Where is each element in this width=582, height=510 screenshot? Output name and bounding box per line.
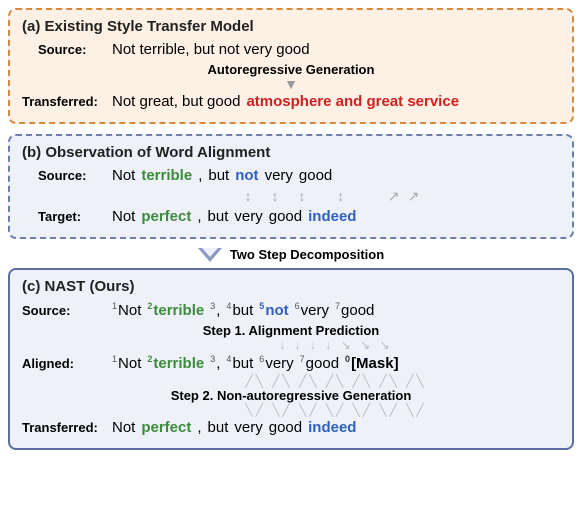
word: 3, <box>210 301 220 319</box>
word: Not <box>112 167 135 184</box>
word-emph: indeed <box>308 419 356 436</box>
word: 6very <box>259 354 293 372</box>
panel-c-aligned-sentence: 1Not 2terrible 3, 4but 6very 7good 0[Mas… <box>112 354 399 372</box>
panel-a-title: (a) Existing Style Transfer Model <box>22 18 560 35</box>
word: very <box>234 208 262 225</box>
panel-c-transferred-row: Transferred: Not perfect , but very good… <box>22 419 560 436</box>
word: 4but <box>226 301 253 319</box>
step1-arrows-icon: ↓ ↓ ↓ ↓ ↘ ↘ ↘ <box>22 340 560 350</box>
panel-existing-model: (a) Existing Style Transfer Model Source… <box>8 8 574 124</box>
word-emph: terrible <box>141 167 192 184</box>
word: but <box>208 419 229 436</box>
word: , <box>198 167 202 184</box>
word-emph: 2terrible <box>147 301 204 319</box>
word: good <box>269 208 302 225</box>
word: 6very <box>295 301 329 319</box>
autoregressive-label: Autoregressive Generation <box>22 62 560 77</box>
panel-b-title: (b) Observation of Word Alignment <box>22 144 560 161</box>
transferred-label: Transferred: <box>22 94 112 109</box>
word: 1Not <box>112 354 141 372</box>
decomposition-label: Two Step Decomposition <box>230 247 384 262</box>
transferred-prefix: Not great, but good <box>112 93 240 110</box>
word: Not <box>112 419 135 436</box>
word: 7good <box>335 301 374 319</box>
word: Not <box>112 208 135 225</box>
word-emph: not <box>235 167 258 184</box>
word: 4but <box>226 354 253 372</box>
word: 3, <box>210 354 220 372</box>
arrow-down-icon: ▼ <box>22 79 560 89</box>
step2-arrows-top-icon: ╱╲ ╱╲ ╱╲ ╱╲ ╱╲ ╱╲ ╱╲ <box>22 376 560 386</box>
word: but <box>208 208 229 225</box>
transferred-emphasis: atmosphere and great service <box>246 93 459 110</box>
panel-word-alignment: (b) Observation of Word Alignment Source… <box>8 134 574 239</box>
step2-arrows-bottom-icon: ╲╱ ╲╱ ╲╱ ╲╱ ╲╱ ╲╱ ╲╱ <box>22 405 560 415</box>
mask-token: 0[Mask] <box>345 354 399 372</box>
panel-c-transferred-sentence: Not perfect , but very good indeed <box>112 419 356 436</box>
word: very <box>265 167 293 184</box>
step2-label: Step 2. Non-autoregressive Generation <box>22 388 560 403</box>
panel-c-source-sentence: 1Not 2terrible 3, 4but 5not 6very 7good <box>112 301 374 319</box>
panel-c-title: (c) NAST (Ours) <box>22 278 560 295</box>
step1-label: Step 1. Alignment Prediction <box>22 323 560 338</box>
word: 1Not <box>112 301 141 319</box>
decomposition-arrow: Two Step Decomposition <box>8 247 574 262</box>
source-label: Source: <box>22 168 112 183</box>
word-emph: perfect <box>141 208 191 225</box>
aligned-label: Aligned: <box>22 356 112 371</box>
source-label: Source: <box>22 303 112 318</box>
source-text: Not terrible, but not very good <box>112 41 310 58</box>
word: , <box>197 208 201 225</box>
word: , <box>197 419 201 436</box>
panel-c-aligned-row: Aligned: 1Not 2terrible 3, 4but 6very 7g… <box>22 354 560 372</box>
panel-b-source-sentence: Not terrible , but not very good <box>112 167 332 184</box>
word: good <box>299 167 332 184</box>
word: but <box>208 167 229 184</box>
alignment-arrows-icon: ↕ ↕ ↕ ↕ ↗↗ <box>22 188 560 204</box>
panel-b-target-row: Target: Not perfect , but very good inde… <box>22 208 560 225</box>
transferred-text: Not great, but good atmosphere and great… <box>112 93 459 110</box>
word-emph: 2terrible <box>147 354 204 372</box>
transferred-label: Transferred: <box>22 420 112 435</box>
word: very <box>234 419 262 436</box>
word-emph: perfect <box>141 419 191 436</box>
word: good <box>269 419 302 436</box>
word-emph: indeed <box>308 208 356 225</box>
panel-b-source-row: Source: Not terrible , but not very good <box>22 167 560 184</box>
panel-nast: (c) NAST (Ours) Source: 1Not 2terrible 3… <box>8 268 574 450</box>
word-emph: 5not <box>259 301 288 319</box>
chevron-down-icon <box>198 248 222 262</box>
panel-c-source-row: Source: 1Not 2terrible 3, 4but 5not 6ver… <box>22 301 560 319</box>
word: 7good <box>300 354 339 372</box>
target-label: Target: <box>22 209 112 224</box>
source-label: Source: <box>22 42 112 57</box>
panel-a-source-row: Source: Not terrible, but not very good <box>22 41 560 58</box>
panel-b-target-sentence: Not perfect , but very good indeed <box>112 208 356 225</box>
panel-a-transferred-row: Transferred: Not great, but good atmosph… <box>22 93 560 110</box>
